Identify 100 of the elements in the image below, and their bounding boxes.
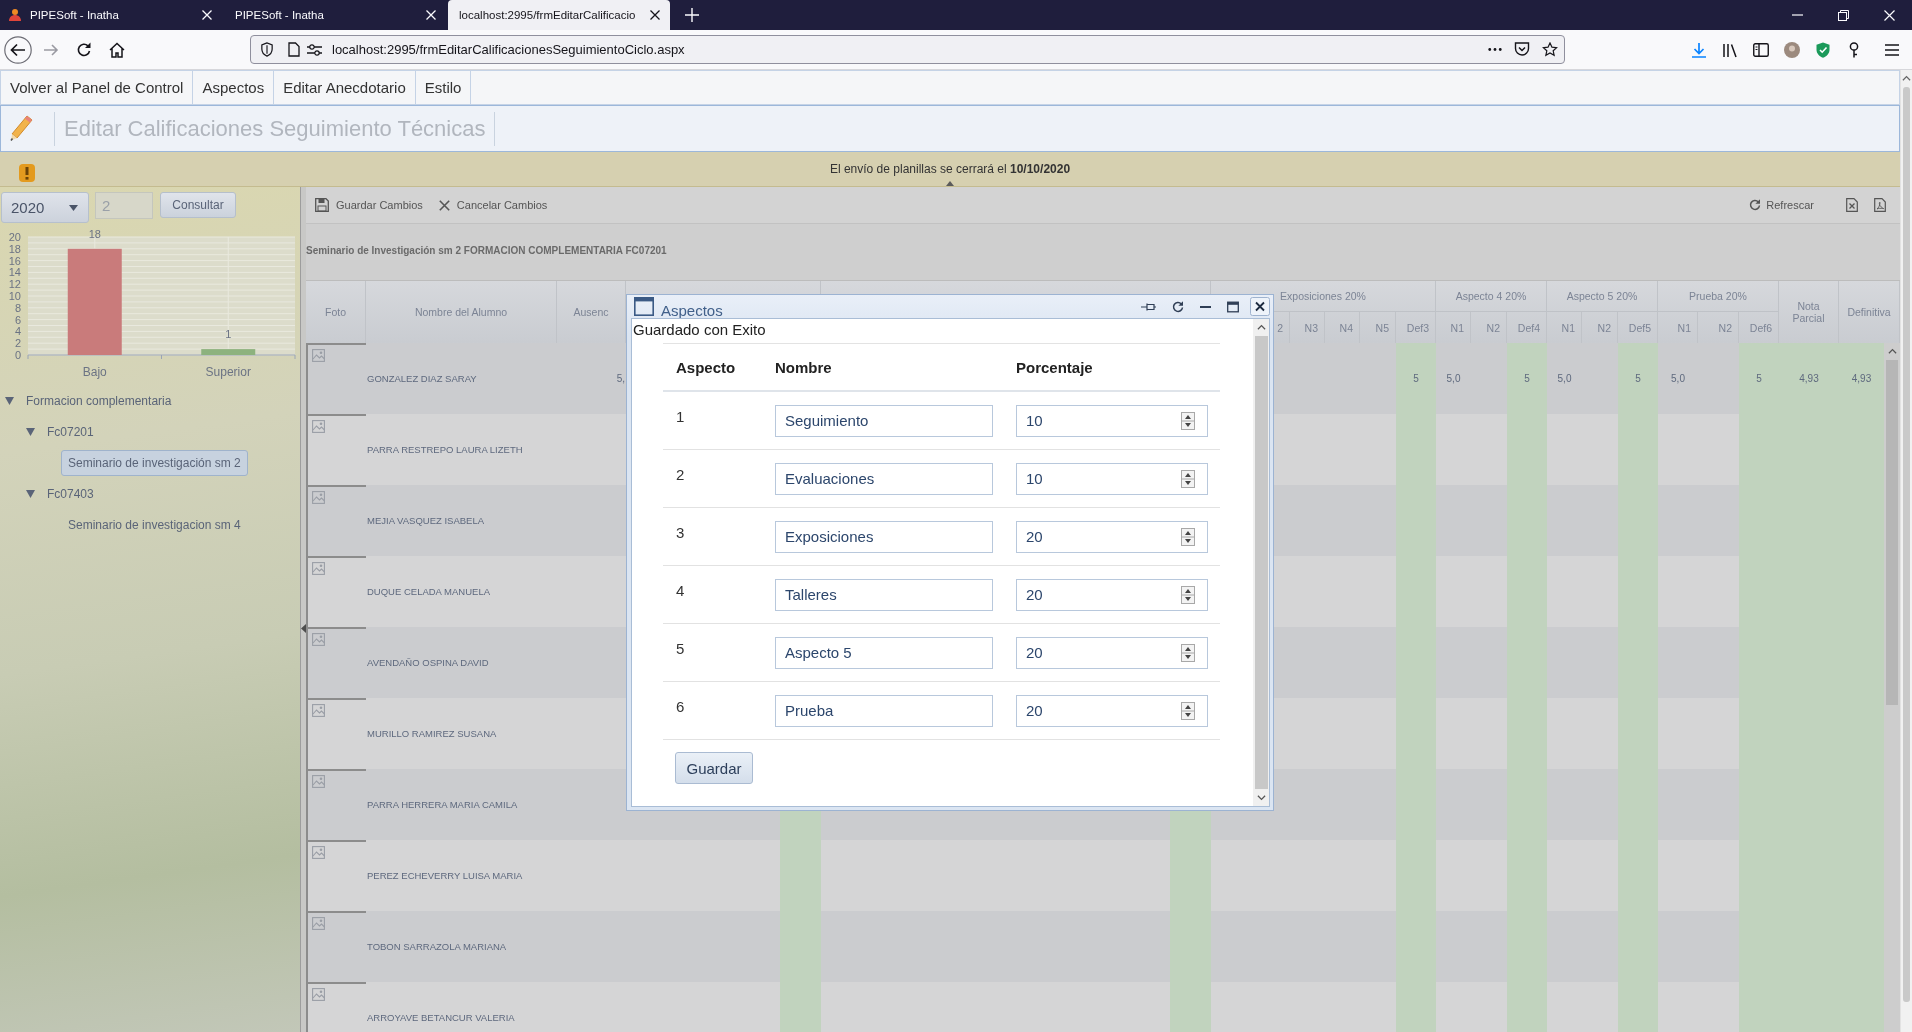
tree-item[interactable]: Seminario de investigacion sm 4 [61,511,248,538]
column-header: N3 [1304,321,1318,334]
menu-icon[interactable] [1884,41,1900,58]
spinner-icon[interactable] [1181,585,1195,604]
browser-tab[interactable]: PIPESoft - Inatha [224,0,446,30]
close-icon[interactable] [1250,297,1270,316]
student-name: AVENDAÑO OSPINA DAVID [366,656,490,670]
close-icon [438,199,450,211]
save-button[interactable]: Guardar [675,752,753,784]
refresh-icon [1749,199,1762,211]
library-icon[interactable] [1722,41,1738,58]
menu-item[interactable]: Estilo [415,71,472,104]
scrollbar[interactable] [1900,70,1912,1032]
menu-item[interactable]: Aspectos [193,71,275,104]
scrollbar-thumb[interactable] [1254,336,1268,789]
percent-field[interactable]: 20 [1016,578,1208,611]
refresh-button[interactable]: Refrescar [1749,199,1814,211]
name-field[interactable]: Seguimiento [775,404,993,437]
new-tab-icon[interactable] [685,8,699,22]
spinner-icon[interactable] [1181,643,1195,662]
home-icon[interactable] [109,41,125,58]
forward-icon[interactable] [43,41,59,58]
pocket-icon[interactable] [1514,42,1530,57]
restore-icon[interactable] [1837,9,1849,21]
y-tick-label: 6 [14,313,21,326]
expand-arrow-icon[interactable] [26,427,35,436]
download-icon[interactable] [1691,41,1707,58]
save-icon [315,198,329,212]
spinner-icon[interactable] [1181,701,1195,720]
name-field[interactable]: Exposiciones [775,520,993,553]
column-header: N2 [1486,321,1500,334]
browser-tab[interactable]: localhost:2995/frmEditarCalificacio [448,0,670,30]
y-tick-label: 14 [8,266,21,279]
image-icon [312,491,325,504]
scroll-down-icon[interactable] [1256,795,1266,801]
scroll-up-icon[interactable] [1887,348,1897,354]
column-header: Ausenc [573,306,609,318]
data-label: 18 [88,227,101,240]
spinner-icon[interactable] [1181,411,1195,430]
student-name: GONZALEZ DIAZ SARAY [366,372,478,386]
scroll-up-icon[interactable] [1902,75,1911,81]
back-icon[interactable] [4,35,32,64]
maximize-icon[interactable] [1227,300,1239,313]
image-icon [312,704,325,717]
save-button[interactable]: Guardar Cambios [315,198,423,212]
scrollbar-thumb[interactable] [1903,87,1910,1002]
tree-item[interactable]: Fc07403 [40,480,101,507]
table-cell-text: 5,0 [1670,372,1686,386]
percent-field[interactable]: 10 [1016,404,1208,437]
scrollbar[interactable] [1253,319,1269,806]
cancel-button[interactable]: Cancelar Cambios [438,199,548,211]
collapse-arrow-icon[interactable] [301,624,306,633]
tree-item[interactable]: Formacion complementaria [19,387,179,414]
expand-arrow-icon[interactable] [5,396,14,405]
scroll-up-icon[interactable] [1256,324,1266,330]
name-field[interactable]: Prueba [775,694,993,727]
expand-arrow-icon[interactable] [26,489,35,498]
pdf-file-icon[interactable] [1874,198,1886,212]
spinner-icon[interactable] [1181,469,1195,488]
address-bar[interactable]: localhost:2995/frmEditarCalificacionesSeguimientoCiclo.aspx [250,35,1565,64]
menu-item[interactable]: Editar Anecdotario [274,71,416,104]
page-icon[interactable] [288,42,300,57]
key-icon[interactable] [1849,41,1859,58]
row-number: 3 [676,524,685,541]
shield-check-icon[interactable] [1815,41,1831,58]
refresh-icon[interactable] [1172,300,1184,313]
name-field[interactable]: Evaluaciones [775,462,993,495]
collapse-arrow-icon[interactable] [946,181,954,186]
tree-item[interactable]: Fc07201 [40,418,101,445]
browser-tab[interactable]: PIPESoft - Inatha [0,0,222,30]
avatar-icon[interactable] [1784,41,1800,58]
spreadsheet-file-icon[interactable] [1846,198,1858,212]
shield-icon[interactable] [260,42,274,57]
close-icon[interactable] [650,10,660,20]
menu-item[interactable]: Volver al Panel de Control [1,71,194,104]
image-icon [312,846,325,859]
name-field[interactable]: Talleres [775,578,993,611]
column-header: Nombre del Alumno [414,306,508,318]
star-icon[interactable] [1542,42,1558,57]
row-number: 6 [676,698,685,715]
column-header: Def3 [1406,321,1429,334]
column-header: Def6 [1749,321,1772,334]
minimize-icon[interactable] [1200,305,1211,308]
percent-field[interactable]: 20 [1016,636,1208,669]
consultar-button[interactable]: Consultar [160,192,236,218]
percent-field[interactable]: 10 [1016,462,1208,495]
tree-item[interactable]: Seminario de investigación sm 2 [61,449,248,476]
spinner-icon[interactable] [1181,527,1195,546]
reload-icon[interactable] [76,41,92,58]
sliders-icon[interactable] [307,43,322,56]
percent-field[interactable]: 20 [1016,520,1208,553]
column-header: Aspecto 4 20% [1455,290,1527,302]
table-cell-text: 5 [1523,372,1531,386]
pin-icon[interactable] [1141,301,1156,312]
percent-field[interactable]: 20 [1016,694,1208,727]
column-header: Exposiciones 20% [1280,290,1366,302]
sidebar-icon[interactable] [1753,41,1769,58]
year-dropdown[interactable]: 2020 [1,192,89,223]
student-name: TOBON SARRAZOLA MARIANA [366,940,508,954]
name-field[interactable]: Aspecto 5 [775,636,993,669]
